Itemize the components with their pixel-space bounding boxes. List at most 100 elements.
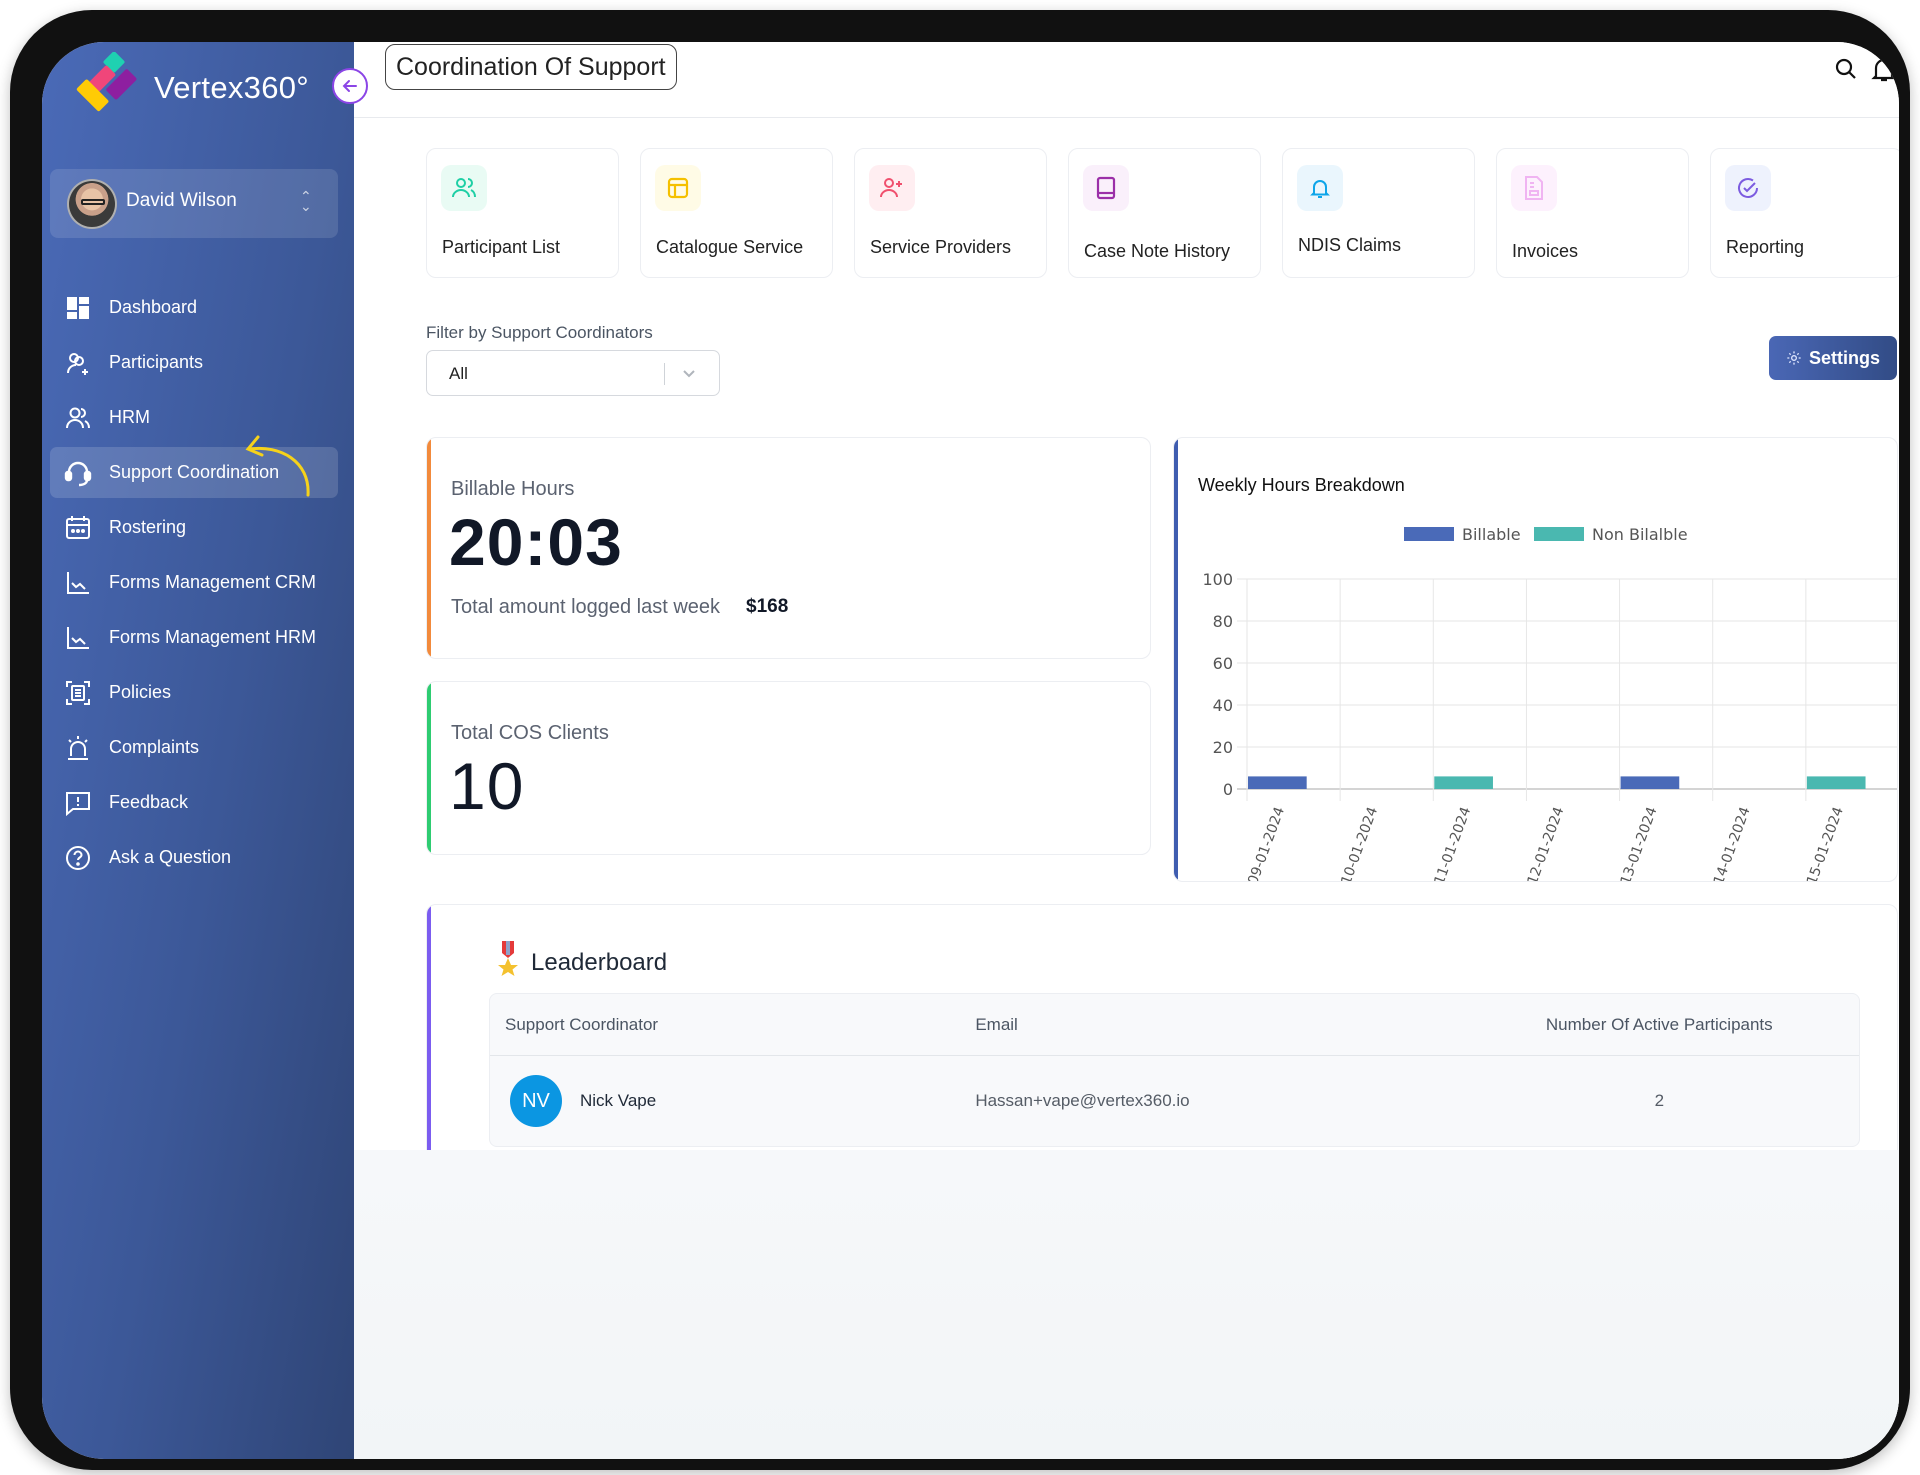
dashboard-icon	[64, 294, 92, 322]
card-accent	[427, 682, 431, 854]
layout-icon	[655, 165, 701, 211]
question-icon	[64, 844, 92, 872]
quick-card-participant-list[interactable]: Participant List	[426, 148, 619, 278]
chart-line-icon	[64, 624, 92, 652]
calendar-icon	[64, 514, 92, 542]
sidebar-item-participants[interactable]: Participants	[50, 337, 338, 388]
sidebar-item-forms-management-crm[interactable]: Forms Management CRM	[50, 557, 338, 608]
filter-selected-value: All	[449, 364, 468, 383]
settings-label: Settings	[1808, 347, 1880, 368]
gear-icon	[1787, 351, 1801, 365]
chevron-down-icon	[683, 370, 695, 378]
headset-icon	[64, 459, 92, 487]
column-header-email: Email	[975, 1014, 1018, 1034]
chevron-up-down-icon: ⌃ ⌄	[300, 188, 312, 214]
settings-button[interactable]: Settings	[1769, 336, 1897, 380]
sidebar-item-label: Complaints	[109, 737, 200, 757]
active-participants-count: 2	[1654, 1091, 1665, 1110]
siren-icon	[64, 734, 92, 762]
sidebar-item-label: Rostering	[109, 517, 187, 537]
sidebar-item-rostering[interactable]: Rostering	[50, 502, 338, 553]
legend-swatch	[1404, 527, 1454, 541]
legend-label: Billable	[1462, 525, 1521, 544]
sidebar-item-complaints[interactable]: Complaints	[50, 722, 338, 773]
feedback-icon	[64, 789, 92, 817]
x-tick-label: 14-01-2024	[1711, 805, 1754, 882]
bell-icon	[1297, 165, 1343, 211]
user-switcher[interactable]: David Wilson ⌃ ⌄	[50, 169, 338, 238]
y-tick-label: 80	[1213, 612, 1233, 631]
medal-icon	[498, 941, 518, 976]
quick-card-label: Case Note History	[1084, 241, 1231, 261]
quick-card-service-providers[interactable]: Service Providers	[854, 148, 1047, 278]
legend-label: Non Bilalble	[1592, 525, 1688, 544]
notification-dot	[1888, 54, 1898, 64]
document-scan-icon	[64, 679, 92, 707]
billable-hours-value: 20:03	[449, 505, 623, 579]
coordinator-cell: NV Nick Vape	[490, 1075, 975, 1127]
bar-non-bilalble	[1434, 776, 1493, 789]
brand-name: Vertex360°	[154, 70, 310, 105]
collapse-sidebar-button[interactable]	[332, 68, 368, 104]
column-header-support-coordinator: Support Coordinator	[505, 1014, 659, 1034]
users-icon	[441, 165, 487, 211]
support-coordinator-filter-select[interactable]: All	[426, 350, 720, 396]
sidebar-item-policies[interactable]: Policies	[50, 667, 338, 718]
sidebar: Vertex360° David Wilson ⌃ ⌄ Dashboard Pa…	[42, 42, 354, 1459]
quick-card-catalogue-service[interactable]: Catalogue Service	[640, 148, 833, 278]
sidebar-item-forms-management-hrm[interactable]: Forms Management HRM	[50, 612, 338, 663]
search-icon	[1835, 58, 1856, 79]
arrow-left-icon	[342, 80, 357, 92]
page-title: Coordination Of Support	[385, 44, 677, 90]
sidebar-item-ask-a-question[interactable]: Ask a Question	[50, 832, 338, 883]
sidebar-item-label: Policies	[109, 682, 172, 702]
quick-card-ndis-claims[interactable]: NDIS Claims	[1282, 148, 1475, 278]
quick-card-reporting[interactable]: Reporting	[1710, 148, 1899, 278]
weekly-hours-bar-chart: 0 20 40 60 80 100 09-01-2024 10-01-2024 11-01-20…	[1202, 525, 1897, 882]
x-tick-label: 10-01-2024	[1338, 805, 1381, 882]
vertex360-logo	[76, 52, 137, 112]
quick-card-label: Invoices	[1512, 241, 1579, 261]
sidebar-item-label: Participants	[109, 352, 204, 372]
y-tick-label: 20	[1213, 738, 1233, 757]
legend-swatch	[1534, 527, 1584, 541]
top-header: Coordination Of Support	[354, 42, 1899, 118]
billable-hours-label: Billable Hours	[451, 478, 575, 500]
search-button[interactable]	[1831, 54, 1861, 84]
amount-logged-value: $168	[746, 596, 789, 617]
y-tick-label: 0	[1223, 780, 1233, 799]
highlight-arrow-icon	[245, 435, 310, 497]
billable-hours-card: Billable Hours 20:03 Total amount logged…	[426, 437, 1151, 659]
total-cos-clients-card: Total COS Clients 10	[426, 681, 1151, 855]
coordinator-email: Hassan+vape@vertex360.io	[975, 1091, 1190, 1110]
user-plus-icon	[869, 165, 915, 211]
sidebar-item-support-coordination[interactable]: Support Coordination	[50, 435, 338, 498]
bar-billable	[1248, 776, 1307, 789]
book-icon	[1083, 165, 1129, 211]
sidebar-item-label: Ask a Question	[109, 847, 232, 867]
app-screen: Vertex360° David Wilson ⌃ ⌄ Dashboard Pa…	[42, 42, 1899, 1459]
sidebar-item-label: Forms Management HRM	[109, 627, 317, 647]
filter-label: Filter by Support Coordinators	[426, 323, 653, 342]
sidebar-item-label: Dashboard	[109, 297, 198, 317]
quick-card-invoices[interactable]: Invoices	[1496, 148, 1689, 278]
weekly-hours-chart-card: Weekly Hours Breakdown 0 20 40 60 80 100 09-01…	[1173, 437, 1898, 882]
sidebar-item-dashboard[interactable]: Dashboard	[50, 282, 338, 333]
y-tick-label: 40	[1213, 696, 1233, 715]
bar-non-bilalble	[1806, 776, 1866, 789]
quick-card-label: NDIS Claims	[1298, 235, 1402, 255]
leaderboard-title: Leaderboard	[531, 949, 668, 976]
table-row[interactable]: NV Nick Vape Hassan+vape@vertex360.io 2	[490, 1056, 1859, 1146]
y-tick-label: 100	[1202, 570, 1233, 589]
sidebar-nav: Dashboard Participants HRM Support Coord…	[50, 282, 338, 887]
quick-card-label: Catalogue Service	[656, 237, 804, 257]
notifications-button[interactable]	[1869, 54, 1899, 84]
quick-card-label: Participant List	[442, 237, 561, 257]
sidebar-item-feedback[interactable]: Feedback	[50, 777, 338, 828]
quick-card-case-note-history[interactable]: Case Note History	[1068, 148, 1261, 278]
avatar: NV	[510, 1075, 562, 1127]
x-tick-label: 12-01-2024	[1525, 805, 1568, 882]
page-bottom-area	[354, 1150, 1899, 1459]
user-name: David Wilson	[126, 190, 237, 211]
chart-line-icon	[64, 569, 92, 597]
